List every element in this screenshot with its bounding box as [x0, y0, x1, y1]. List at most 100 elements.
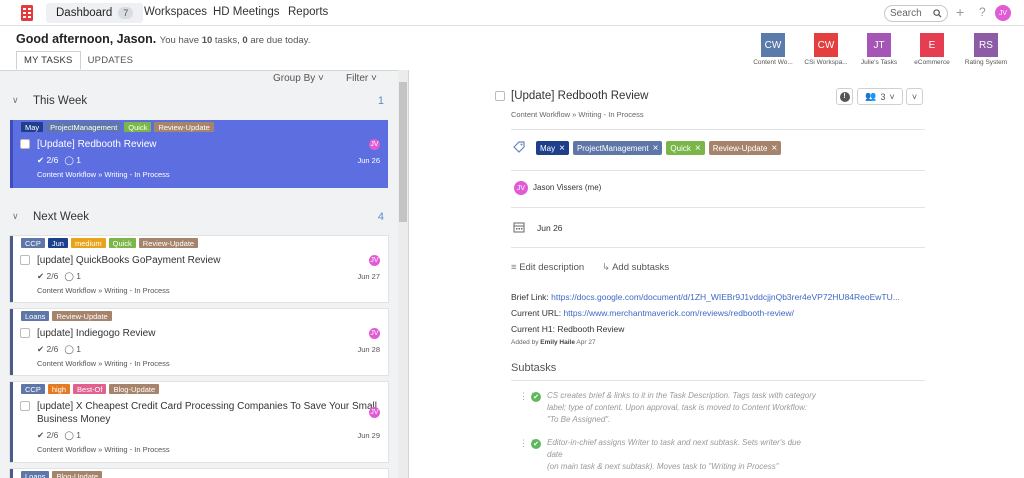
task-tag[interactable]: CCP — [21, 238, 45, 248]
remove-tag-icon[interactable]: × — [559, 143, 565, 154]
task-tag[interactable]: Loans — [21, 471, 50, 478]
task-title[interactable]: [update] QuickBooks GoPayment Review — [37, 254, 220, 267]
task-tag[interactable]: Review-Update — [154, 122, 214, 132]
app-logo-icon[interactable] — [20, 4, 34, 22]
section-next-week[interactable]: ∨ Next Week 4 — [0, 202, 398, 232]
task-detail-path[interactable]: Content Workflow » Writing - In Process — [511, 110, 644, 119]
task-tag[interactable]: Jun — [47, 238, 68, 248]
task-checkbox[interactable] — [20, 139, 30, 149]
task-detail-title[interactable]: [Update] Redbooth Review — [511, 90, 648, 102]
complete-task-checkbox[interactable] — [495, 91, 505, 101]
top-bar: Dashboard 7 Workspaces HD Meetings Repor… — [0, 0, 1024, 26]
checklist-count: 2/6 — [46, 155, 59, 165]
task-tag[interactable]: Loans — [21, 311, 50, 321]
brief-link-row: Brief Link: https://docs.google.com/docu… — [511, 292, 900, 302]
task-card[interactable]: May ProjectManagement Quick Review-Update [U… — [10, 120, 388, 188]
workspace-shortcut[interactable]: EeCommerce — [903, 33, 961, 66]
current-url-link[interactable]: https://www.merchantmaverick.com/reviews… — [563, 308, 794, 318]
search-placeholder: Search — [890, 8, 922, 19]
remove-tag-icon[interactable]: × — [771, 143, 777, 154]
add-subtasks-button[interactable]: ↳ Add subtasks — [602, 262, 669, 273]
task-path[interactable]: Content Workflow » Writing - In Process — [37, 359, 170, 368]
task-info-button[interactable]: ! — [836, 88, 853, 105]
workspace-initials: CW — [761, 33, 785, 57]
task-tag[interactable]: ProjectManagement — [46, 122, 122, 132]
detail-tag[interactable]: May × — [536, 141, 569, 155]
search-input[interactable]: Search — [884, 5, 948, 22]
current-url-row: Current URL: https://www.merchantmaveric… — [511, 308, 794, 318]
workspace-shortcut[interactable]: CW CSi Workspa... — [797, 33, 855, 66]
task-tags: CCP Jun medium Quick Review-Update — [21, 238, 199, 248]
section-this-week[interactable]: ∨ This Week 1 — [0, 86, 398, 116]
task-menu-button[interactable]: ˅ — [906, 88, 923, 105]
nav-workspaces[interactable]: Workspaces — [144, 6, 207, 18]
scrollbar-thumb[interactable] — [399, 82, 407, 222]
task-path[interactable]: Content Workflow » Writing - In Process — [37, 170, 170, 179]
workspace-shortcut[interactable]: RS Rating System — [957, 33, 1015, 66]
followers-button[interactable]: 👥 3 ˅ — [857, 88, 903, 105]
task-path[interactable]: Content Workflow » Writing - In Process — [37, 445, 170, 454]
task-tag[interactable]: Review-Update — [52, 311, 112, 321]
tab-my-tasks[interactable]: MY TASKS — [16, 51, 81, 70]
task-tag[interactable]: Best-Of — [73, 384, 107, 394]
task-tag[interactable]: medium — [70, 238, 106, 248]
nav-meetings[interactable]: HD Meetings — [213, 6, 279, 18]
separator — [511, 247, 925, 248]
task-tag[interactable]: Blog-Update — [109, 384, 160, 394]
edit-description-button[interactable]: ≡ Edit description — [511, 262, 584, 273]
task-title[interactable]: [update] X Cheapest Credit Card Processi… — [37, 400, 377, 426]
separator — [511, 380, 925, 381]
task-path[interactable]: Content Workflow » Writing - In Process — [37, 286, 170, 295]
due-date[interactable]: Jun 26 — [537, 223, 563, 233]
task-title[interactable]: [update] Indiegogo Review — [37, 327, 155, 340]
task-card[interactable]: Loans Blog-Update — [10, 469, 388, 478]
detail-tag[interactable]: ProjectManagement × — [572, 141, 663, 155]
assignee-name[interactable]: Jason Vissers (me) — [533, 183, 601, 192]
added-by-date: Apr 27 — [576, 339, 596, 346]
workspace-label: Rating System — [964, 59, 1008, 66]
task-due-date: Jun 27 — [357, 272, 380, 281]
workspace-initials: CW — [814, 33, 838, 57]
tab-updates[interactable]: UPDATES — [81, 51, 141, 70]
task-checkbox[interactable] — [20, 255, 30, 265]
followers-count: 3 — [880, 91, 886, 102]
group-by-label: Group By — [273, 73, 316, 84]
add-icon[interactable]: + — [956, 4, 964, 20]
task-list-scrollbar[interactable] — [398, 70, 408, 478]
task-tag[interactable]: high — [47, 384, 71, 394]
filter-dropdown[interactable]: Filter ˅ — [346, 73, 377, 84]
task-title[interactable]: [Update] Redbooth Review — [37, 138, 157, 151]
help-icon[interactable]: ? — [979, 5, 986, 19]
task-tag[interactable]: Quick — [124, 122, 152, 132]
task-tag[interactable]: Quick — [108, 238, 136, 248]
workspace-shortcut[interactable]: CW Content Wo... — [744, 33, 802, 66]
detail-tag[interactable]: Review-Update × — [708, 141, 782, 155]
group-by-dropdown[interactable]: Group By ˅ — [273, 73, 324, 84]
nav-dashboard[interactable]: Dashboard 7 — [46, 3, 144, 23]
task-tag[interactable]: May — [21, 122, 44, 132]
check-circle-icon: ✔ — [37, 430, 45, 440]
task-checkbox[interactable] — [20, 401, 30, 411]
user-avatar[interactable]: JV — [995, 5, 1011, 21]
remove-tag-icon[interactable]: × — [695, 143, 701, 154]
brief-link[interactable]: https://docs.google.com/document/d/1ZH_W… — [551, 292, 900, 302]
edit-description-label: Edit description — [519, 262, 585, 273]
remove-tag-icon[interactable]: × — [653, 143, 659, 154]
nav-reports[interactable]: Reports — [288, 6, 328, 18]
task-tag[interactable]: CCP — [21, 384, 45, 394]
task-checkbox[interactable] — [20, 328, 30, 338]
detail-tag[interactable]: Quick × — [666, 141, 705, 155]
task-card[interactable]: CCP high Best-Of Blog-Update [update] X Chea… — [10, 382, 388, 462]
chevron-down-icon: ˅ — [318, 73, 324, 84]
subtask-text-line: Editor-in-chief assigns Writer to task a… — [547, 438, 801, 459]
task-card[interactable]: Loans Review-Update [update] Indiegogo Rev… — [10, 309, 388, 375]
workspace-initials: E — [920, 33, 944, 57]
check-circle-icon[interactable]: ✔ — [531, 392, 541, 402]
task-tag[interactable]: Review-Update — [138, 238, 199, 248]
task-tag[interactable]: Blog-Update — [52, 471, 103, 478]
checklist-progress: ✔ 2/6 — [37, 430, 58, 441]
added-by-name[interactable]: Emily Haile — [540, 339, 575, 346]
task-card[interactable]: CCP Jun medium Quick Review-Update [update] Q… — [10, 236, 388, 302]
workspace-shortcut[interactable]: JT Julie's Tasks — [850, 33, 908, 66]
check-circle-icon[interactable]: ✔ — [531, 439, 541, 449]
